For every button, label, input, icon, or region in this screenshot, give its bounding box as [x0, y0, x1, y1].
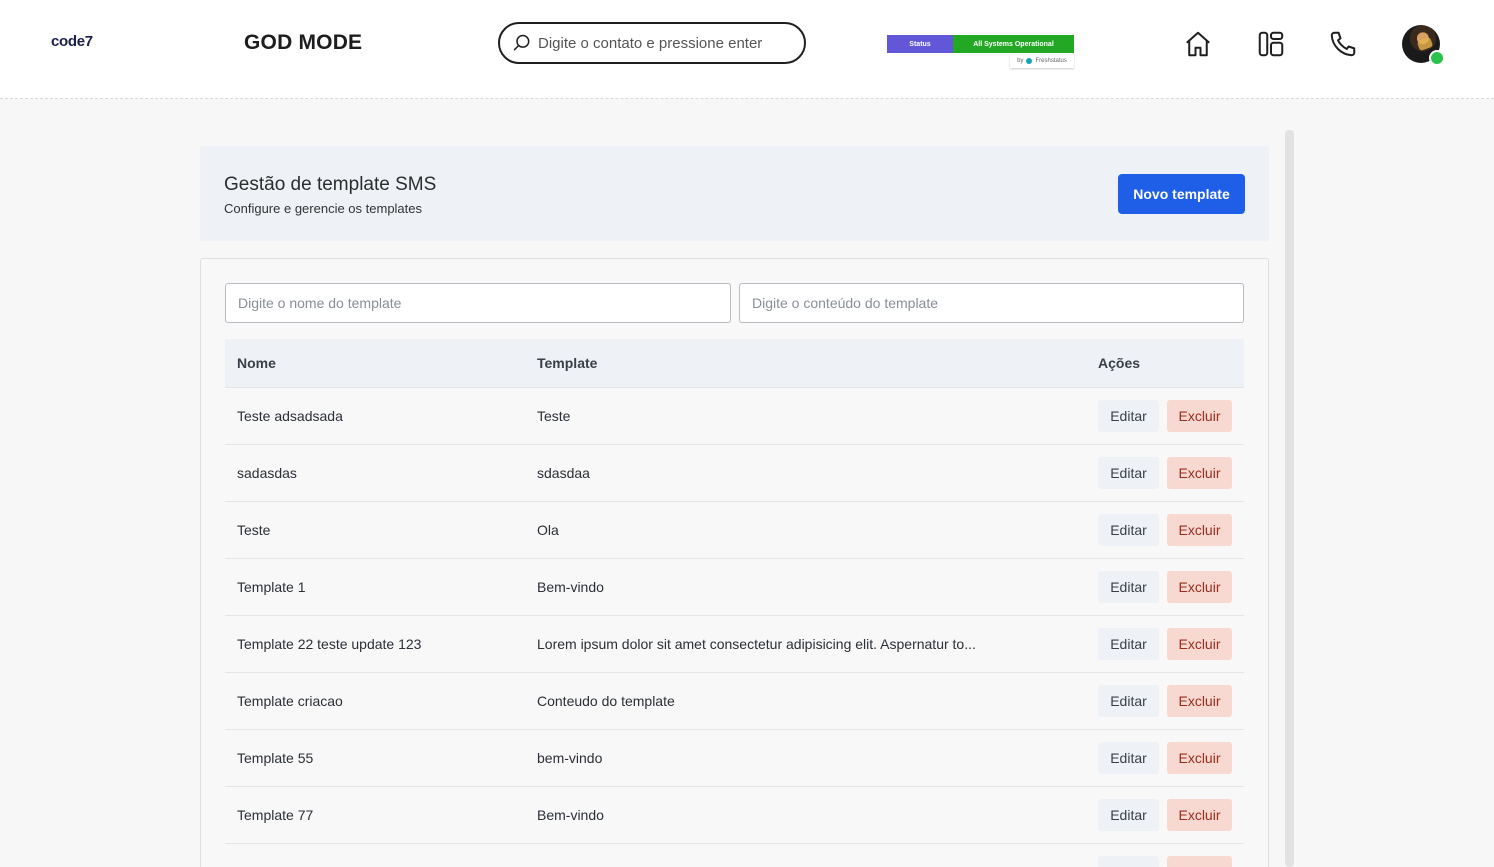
template-content-cell: bem-vindo: [537, 750, 603, 766]
status-label: Status: [887, 35, 953, 53]
row-actions: Editar Excluir: [1098, 799, 1232, 831]
row-actions: Editar Excluir: [1098, 400, 1232, 432]
template-name-cell: Teste: [237, 522, 271, 538]
delete-button[interactable]: Excluir: [1167, 571, 1232, 603]
template-name-filter[interactable]: [225, 283, 731, 323]
row-actions: Editar Excluir: [1098, 457, 1232, 489]
edit-button[interactable]: Editar: [1098, 628, 1159, 660]
freshstatus-icon: [1026, 58, 1033, 64]
page-header-panel: Gestão de template SMS Configure e geren…: [200, 146, 1269, 241]
table-row: sadasdas sdasdaa Editar Excluir: [225, 445, 1244, 502]
page-scrollbar[interactable]: [1285, 130, 1294, 867]
row-actions: [1098, 856, 1232, 867]
home-button[interactable]: [1182, 28, 1214, 60]
column-header-template: Template: [537, 355, 598, 371]
templates-table: Nome Template Ações Teste adsadsada Teste…: [225, 339, 1244, 867]
edit-button[interactable]: [1098, 856, 1159, 867]
edit-button[interactable]: Editar: [1098, 400, 1159, 432]
delete-button[interactable]: Excluir: [1167, 742, 1232, 774]
status-value: All Systems Operational: [953, 35, 1074, 53]
delete-button[interactable]: Excluir: [1167, 799, 1232, 831]
page-subtitle: Configure e gerencie os templates: [224, 201, 423, 216]
edit-button[interactable]: Editar: [1098, 685, 1159, 717]
table-header: Nome Template Ações: [225, 339, 1244, 388]
search-icon: [513, 34, 530, 51]
column-header-actions: Ações: [1098, 355, 1141, 371]
template-name-cell: Template 77: [237, 807, 314, 823]
row-actions: Editar Excluir: [1098, 628, 1232, 660]
template-name-cell: Template 55: [237, 750, 314, 766]
phone-button[interactable]: [1327, 28, 1359, 60]
table-row: Template criacao Conteudo do template Edit…: [225, 673, 1244, 730]
new-template-button[interactable]: Novo template: [1118, 174, 1245, 214]
status-by-text: by: [1017, 58, 1024, 64]
online-status-indicator: [1429, 50, 1445, 66]
edit-button[interactable]: Editar: [1098, 742, 1159, 774]
template-content-cell: Ola: [537, 522, 559, 538]
row-actions: Editar Excluir: [1098, 514, 1232, 546]
edit-button[interactable]: Editar: [1098, 799, 1159, 831]
status-provider[interactable]: by Freshstatus: [1010, 54, 1074, 68]
template-name-cell: Template criacao: [237, 693, 343, 709]
template-content-cell: Bem-vindo: [537, 807, 604, 823]
templates-card: Nome Template Ações Teste adsadsadaTeste…: [200, 258, 1269, 867]
edit-button[interactable]: Editar: [1098, 571, 1159, 603]
template-name-cell: Teste adsadsada: [237, 408, 343, 424]
app-title: GOD MODE: [244, 31, 363, 54]
row-actions: Editar Excluir: [1098, 571, 1232, 603]
table-row: Template 22 teste update 123 Lorem ipsum …: [225, 616, 1244, 673]
delete-button[interactable]: Excluir: [1167, 457, 1232, 489]
status-badge[interactable]: Status All Systems Operational: [887, 35, 1074, 53]
search-input[interactable]: [538, 34, 788, 52]
edit-button[interactable]: Editar: [1098, 514, 1159, 546]
delete-button[interactable]: Excluir: [1167, 514, 1232, 546]
template-content-cell: Teste: [537, 408, 571, 424]
delete-button[interactable]: Excluir: [1167, 400, 1232, 432]
phone-icon: [1330, 31, 1356, 57]
home-icon: [1186, 31, 1210, 57]
delete-button[interactable]: [1167, 856, 1232, 867]
table-row: Template 1 Bem-vindo Editar Excluir: [225, 559, 1244, 616]
page-title: Gestão de template SMS: [224, 174, 437, 195]
template-content-cell: Conteudo do template: [537, 693, 675, 709]
table-row: Teste Ola Editar Excluir: [225, 502, 1244, 559]
template-name-cell: sadasdas: [237, 465, 297, 481]
row-actions: Editar Excluir: [1098, 742, 1232, 774]
status-provider-name: Freshstatus: [1035, 58, 1067, 64]
contact-search[interactable]: [498, 22, 806, 64]
table-row: [225, 844, 1244, 867]
table-row: Template 77 Bem-vindo Editar Excluir: [225, 787, 1244, 844]
delete-button[interactable]: Excluir: [1167, 628, 1232, 660]
layout-icon: [1258, 31, 1284, 57]
template-name-cell: Template 22 teste update 123: [237, 636, 422, 652]
template-content-cell: sdasdaa: [537, 465, 590, 481]
edit-button[interactable]: Editar: [1098, 457, 1159, 489]
dashboard-button[interactable]: [1255, 28, 1287, 60]
template-content-filter[interactable]: [739, 283, 1244, 323]
top-bar: code7 GOD MODE Status All Systems Operat…: [0, 0, 1494, 99]
table-row: Template 55 bem-vindo Editar Excluir: [225, 730, 1244, 787]
template-name-cell: Template 1: [237, 579, 306, 595]
template-content-cell: Lorem ipsum dolor sit amet consectetur a…: [537, 636, 976, 652]
table-row: Teste adsadsada Teste Editar Excluir: [225, 388, 1244, 445]
template-content-cell: Bem-vindo: [537, 579, 604, 595]
column-header-name: Nome: [237, 355, 276, 371]
app-logo[interactable]: code7: [51, 33, 93, 50]
row-actions: Editar Excluir: [1098, 685, 1232, 717]
delete-button[interactable]: Excluir: [1167, 685, 1232, 717]
